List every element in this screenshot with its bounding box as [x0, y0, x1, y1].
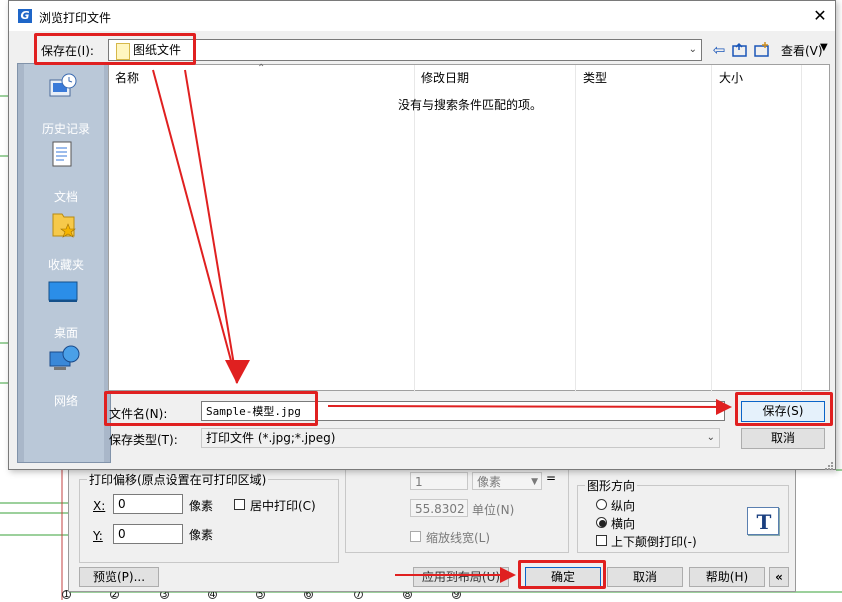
- annotation-arrows: [152, 69, 732, 583]
